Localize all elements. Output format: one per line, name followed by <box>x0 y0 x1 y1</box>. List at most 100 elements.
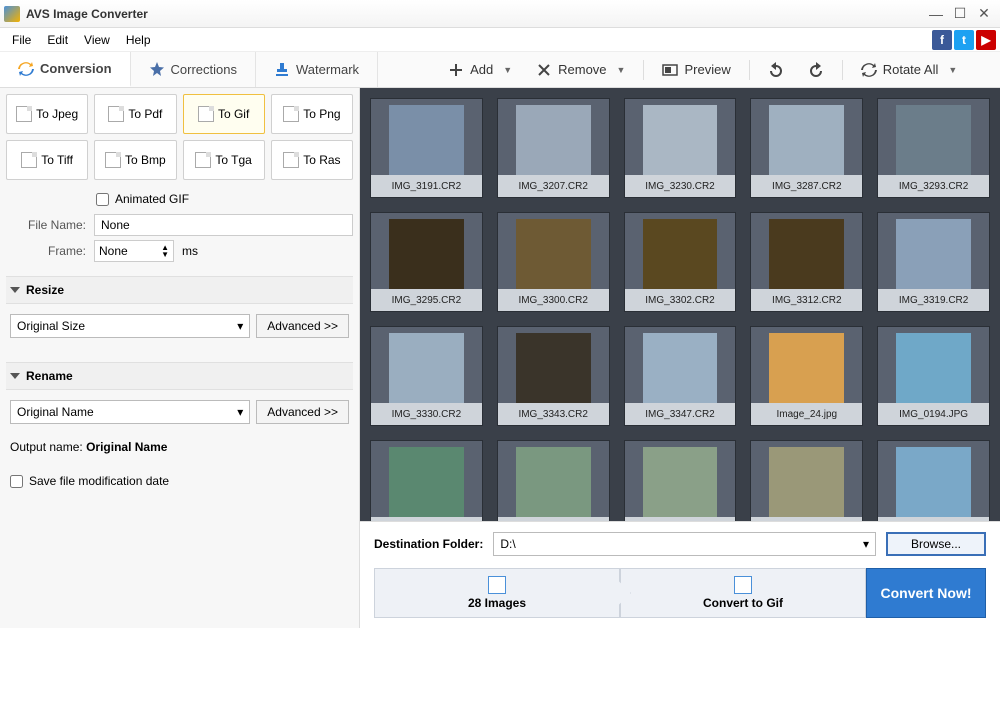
left-pane: To Jpeg To Pdf To Gif To Png To Tiff To … <box>0 88 360 628</box>
thumbnail[interactable]: IMG_0201.JPG <box>877 440 990 521</box>
thumbnail-caption: IMG_3207.CR2 <box>498 175 609 197</box>
close-button[interactable]: ✕ <box>972 5 996 23</box>
thumbnail[interactable]: IMG_0197.JPG <box>497 440 610 521</box>
thumbnail-caption: IMG_3302.CR2 <box>625 289 736 311</box>
toolbar: Add▼ Remove▼ Preview Rotate All▼ <box>378 52 1000 87</box>
thumbnail[interactable]: Image_24.jpg <box>750 326 863 426</box>
thumbnail[interactable]: IMG_3330.CR2 <box>370 326 483 426</box>
conversion-icon <box>18 61 34 77</box>
format-bmp[interactable]: To Bmp <box>94 140 176 180</box>
format-jpeg[interactable]: To Jpeg <box>6 94 88 134</box>
format-tiff[interactable]: To Tiff <box>6 140 88 180</box>
add-button[interactable]: Add▼ <box>438 58 522 82</box>
animated-gif-checkbox[interactable] <box>96 193 109 206</box>
thumbnail-caption: IMG_3230.CR2 <box>625 175 736 197</box>
star-icon <box>149 62 165 78</box>
thumbnail-gallery[interactable]: IMG_3191.CR2 IMG_3207.CR2 IMG_3230.CR2 IMG_… <box>360 88 1000 521</box>
thumbnail[interactable]: IMG_3319.CR2 <box>877 212 990 312</box>
format-tga[interactable]: To Tga <box>183 140 265 180</box>
main-tabs: Conversion Corrections Watermark Add▼ Re… <box>0 52 1000 88</box>
browse-button[interactable]: Browse... <box>886 532 986 556</box>
output-name-label: Output name: <box>10 440 83 454</box>
resize-combo[interactable]: Original Size▾ <box>10 314 250 338</box>
thumbnail[interactable]: IMG_0195.JPG <box>370 440 483 521</box>
tab-conversion[interactable]: Conversion <box>0 52 131 87</box>
thumbnail[interactable]: IMG_0194.JPG <box>877 326 990 426</box>
format-gif[interactable]: To Gif <box>183 94 265 134</box>
file-icon <box>734 576 752 594</box>
thumbnail-image <box>389 447 464 517</box>
thumbnail-caption: IMG_3293.CR2 <box>878 175 989 197</box>
resize-header[interactable]: Resize <box>6 276 353 304</box>
file-icon <box>198 106 214 122</box>
rotate-left-button[interactable] <box>758 58 794 82</box>
twitter-icon[interactable]: t <box>954 30 974 50</box>
dest-value: D:\ <box>500 537 515 551</box>
dest-folder-combo[interactable]: D:\▾ <box>493 532 876 556</box>
format-png[interactable]: To Png <box>271 94 353 134</box>
rotate-right-icon <box>808 62 824 78</box>
minimize-button[interactable]: — <box>924 5 948 23</box>
menubar: File Edit View Help f t ▶ <box>0 28 1000 52</box>
format-pdf[interactable]: To Pdf <box>94 94 176 134</box>
thumbnail[interactable]: IMG_3343.CR2 <box>497 326 610 426</box>
rename-header[interactable]: Rename <box>6 362 353 390</box>
thumbnail-caption: IMG_3330.CR2 <box>371 403 482 425</box>
convert-now-button[interactable]: Convert Now! <box>866 568 986 618</box>
thumbnail[interactable]: IMG_0198.JPG <box>624 440 737 521</box>
thumbnail[interactable]: IMG_3287.CR2 <box>750 98 863 198</box>
file-name-label: File Name: <box>6 218 86 232</box>
step-images[interactable]: 28 Images <box>374 568 620 618</box>
thumbnail[interactable]: IMG_3302.CR2 <box>624 212 737 312</box>
format-jpeg-label: To Jpeg <box>36 107 78 121</box>
format-ras[interactable]: To Ras <box>271 140 353 180</box>
thumbnail[interactable]: IMG_3207.CR2 <box>497 98 610 198</box>
x-icon <box>536 62 552 78</box>
frame-spinner[interactable]: None▲▼ <box>94 240 174 262</box>
rename-combo[interactable]: Original Name▾ <box>10 400 250 424</box>
file-icon <box>195 152 211 168</box>
preview-icon <box>662 62 678 78</box>
thumbnail[interactable]: IMG_0200.JPG <box>750 440 863 521</box>
rotate-right-button[interactable] <box>798 58 834 82</box>
menu-edit[interactable]: Edit <box>39 31 76 49</box>
file-name-input[interactable] <box>94 214 353 236</box>
frame-label: Frame: <box>6 244 86 258</box>
maximize-button[interactable]: ☐ <box>948 5 972 23</box>
rotate-all-button[interactable]: Rotate All▼ <box>851 58 968 82</box>
thumbnail[interactable]: IMG_3293.CR2 <box>877 98 990 198</box>
file-icon <box>21 152 37 168</box>
preview-button[interactable]: Preview <box>652 58 740 82</box>
rename-value: Original Name <box>17 405 94 419</box>
thumbnail[interactable]: IMG_3295.CR2 <box>370 212 483 312</box>
step-convert-to[interactable]: Convert to Gif <box>620 568 866 618</box>
rename-title: Rename <box>26 369 73 383</box>
thumbnail-image <box>896 105 971 175</box>
facebook-icon[interactable]: f <box>932 30 952 50</box>
tab-corrections[interactable]: Corrections <box>131 52 256 87</box>
collapse-icon <box>10 287 20 293</box>
thumbnail[interactable]: IMG_3300.CR2 <box>497 212 610 312</box>
menu-file[interactable]: File <box>4 31 39 49</box>
thumbnail-image <box>896 333 971 403</box>
tab-watermark[interactable]: Watermark <box>256 52 378 87</box>
rename-advanced-button[interactable]: Advanced >> <box>256 400 349 424</box>
file-icon <box>105 152 121 168</box>
thumbnail[interactable]: IMG_3230.CR2 <box>624 98 737 198</box>
thumbnail[interactable]: IMG_3312.CR2 <box>750 212 863 312</box>
format-grid: To Jpeg To Pdf To Gif To Png To Tiff To … <box>6 94 353 180</box>
format-bmp-label: To Bmp <box>125 153 166 167</box>
save-mod-checkbox[interactable] <box>10 475 23 488</box>
menu-help[interactable]: Help <box>118 31 159 49</box>
menu-view[interactable]: View <box>76 31 118 49</box>
thumbnail-caption: IMG_0201.JPG <box>878 517 989 521</box>
thumbnail[interactable]: IMG_3191.CR2 <box>370 98 483 198</box>
format-tga-label: To Tga <box>215 153 251 167</box>
thumbnail[interactable]: IMG_3347.CR2 <box>624 326 737 426</box>
remove-button[interactable]: Remove▼ <box>526 58 635 82</box>
plus-icon <box>448 62 464 78</box>
frame-value: None <box>99 244 128 258</box>
resize-advanced-button[interactable]: Advanced >> <box>256 314 349 338</box>
output-name-row: Output name: Original Name <box>6 434 353 460</box>
youtube-icon[interactable]: ▶ <box>976 30 996 50</box>
